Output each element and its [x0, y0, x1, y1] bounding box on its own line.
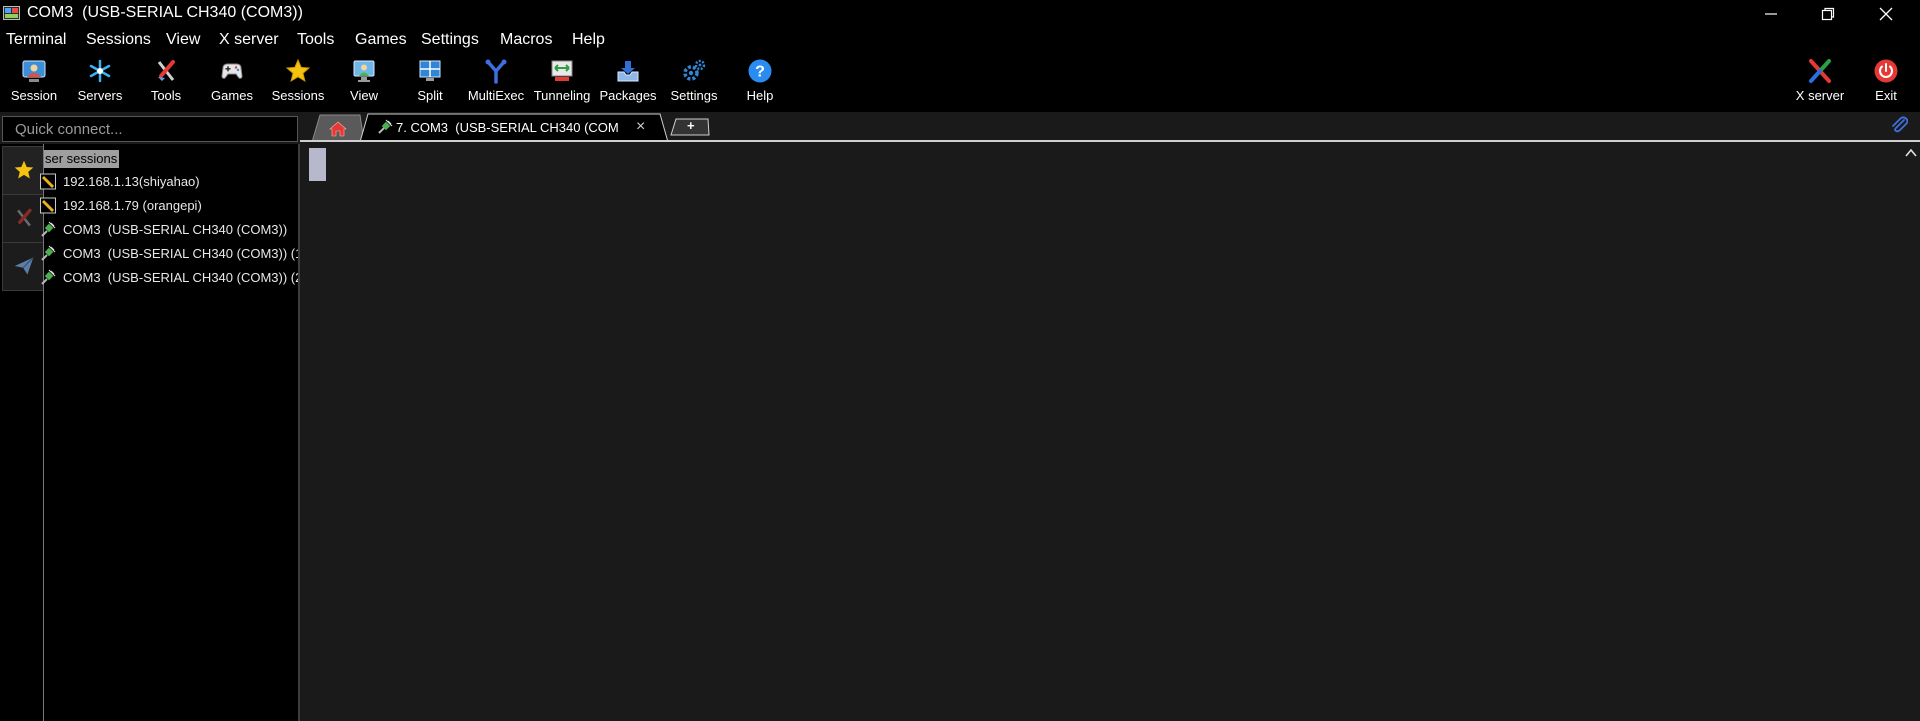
power-icon [1874, 59, 1898, 83]
menu-view[interactable]: View [166, 31, 200, 49]
menu-terminal[interactable]: Terminal [6, 31, 66, 49]
tools-icon [17, 208, 32, 227]
serial-plug-icon [41, 245, 56, 261]
serial-plug-icon [41, 221, 56, 237]
user-sessions-header[interactable]: ser sessions [44, 150, 119, 168]
session-item-ssh[interactable]: 192.168.1.79 (orangepi) [40, 195, 299, 217]
multiexec-button[interactable]: MultiExec [468, 54, 524, 110]
close-window-button[interactable] [1858, 0, 1915, 28]
multiexec-icon [485, 59, 507, 84]
plus-icon: + [687, 118, 695, 133]
packages-icon [617, 61, 639, 82]
sidebar-macros-tab[interactable] [2, 242, 45, 291]
ssh-session-icon [40, 197, 56, 214]
mobaxterm-app-icon [3, 6, 20, 20]
session-icon [22, 60, 46, 82]
svg-text:?: ? [755, 64, 765, 81]
tab-close-icon[interactable]: × [636, 118, 645, 136]
restore-button[interactable] [1800, 0, 1857, 28]
quick-connect-box[interactable] [2, 116, 298, 142]
tools-button[interactable]: Tools [140, 54, 192, 110]
menu-x-server[interactable]: X server [219, 31, 279, 49]
view-button[interactable]: View [338, 54, 390, 110]
home-icon [329, 121, 347, 137]
sessions-panel: ser sessions 192.168.1.13(shiyahao) 192.… [40, 144, 307, 721]
menu-macros[interactable]: Macros [500, 31, 552, 49]
view-icon [353, 60, 375, 82]
tunneling-icon [551, 60, 573, 81]
serial-plug-icon [41, 269, 56, 285]
gears-icon [683, 59, 706, 81]
x-server-button[interactable]: X server [1794, 54, 1846, 110]
attach-icon[interactable] [1890, 116, 1908, 134]
terminal-area[interactable] [300, 142, 1903, 721]
tab-home[interactable] [316, 116, 356, 140]
new-tab-button[interactable]: + [670, 118, 710, 136]
minimize-button[interactable] [1743, 0, 1800, 28]
menu-tools[interactable]: Tools [297, 31, 334, 49]
scroll-up-arrow-icon[interactable] [1904, 146, 1918, 160]
close-icon [1879, 7, 1893, 21]
x-server-icon [1809, 59, 1831, 83]
sessions-button[interactable]: Sessions [272, 54, 324, 110]
restore-icon [1821, 7, 1835, 21]
session-button[interactable]: Session [8, 54, 60, 110]
games-button[interactable]: Games [206, 54, 258, 110]
menu-settings[interactable]: Settings [421, 31, 479, 49]
servers-icon [89, 59, 111, 83]
sidebar-sessions-tab[interactable] [2, 146, 45, 195]
tab-label: 7. COM3 (USB-SERIAL CH340 (COM [396, 120, 619, 135]
packages-button[interactable]: Packages [599, 54, 657, 110]
star-icon [14, 160, 34, 179]
exit-button[interactable]: Exit [1860, 54, 1912, 110]
menu-help[interactable]: Help [572, 31, 605, 49]
paper-plane-icon [14, 257, 34, 275]
sidebar-tools-tab[interactable] [2, 194, 45, 243]
session-item-ssh[interactable]: 192.168.1.13(shiyahao) [40, 171, 299, 193]
menu-sessions[interactable]: Sessions [86, 31, 151, 49]
menu-bar: Terminal Sessions View X server Tools Ga… [0, 28, 1920, 54]
title-bar: COM3 (USB-SERIAL CH340 (COM3)) [0, 0, 1920, 28]
session-item-serial[interactable]: COM3 (USB-SERIAL CH340 (COM3)) (1) [41, 243, 307, 265]
tab-session-com3[interactable]: 7. COM3 (USB-SERIAL CH340 (COM × [372, 116, 662, 140]
session-item-serial[interactable]: COM3 (USB-SERIAL CH340 (COM3)) (2) [41, 267, 307, 289]
minimize-icon [1765, 13, 1777, 15]
serial-plug-icon [378, 119, 393, 134]
terminal-cursor [309, 148, 326, 181]
settings-button[interactable]: Settings [668, 54, 720, 110]
window-title: COM3 (USB-SERIAL CH340 (COM3)) [27, 4, 303, 21]
session-item-serial[interactable]: COM3 (USB-SERIAL CH340 (COM3)) [41, 219, 299, 241]
servers-button[interactable]: Servers [74, 54, 126, 110]
ssh-session-icon [40, 173, 56, 190]
star-icon [285, 58, 311, 83]
gamepad-icon [221, 63, 243, 79]
side-strip [0, 144, 45, 721]
toolbar: Session Servers Tools Games Sessions Vie… [0, 54, 1920, 112]
split-button[interactable]: Split [404, 54, 456, 110]
tunneling-button[interactable]: Tunneling [534, 54, 590, 110]
help-button[interactable]: ? Help [734, 54, 786, 110]
quick-connect-input[interactable] [3, 117, 295, 141]
tools-icon [157, 60, 175, 81]
menu-games[interactable]: Games [355, 31, 407, 49]
split-icon [419, 60, 441, 81]
help-icon: ? [748, 59, 772, 83]
